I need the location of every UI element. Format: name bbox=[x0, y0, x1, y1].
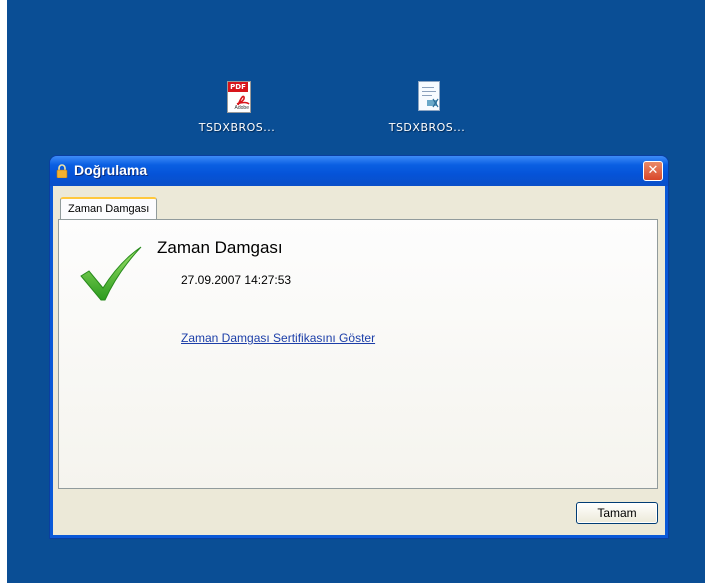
dialog-client-area: Zaman Damgası Zaman Damgası 27.09.2007 1… bbox=[53, 186, 665, 535]
dialog-title: Doğrulama bbox=[74, 162, 148, 178]
desktop-icon-pdf[interactable]: PDF Adobe TSDXBROS... bbox=[187, 79, 287, 134]
verification-dialog: Doğrulama ✕ Zaman Damgası Zaman Damgası … bbox=[50, 156, 668, 538]
tab-panel: Zaman Damgası 27.09.2007 14:27:53 Zaman … bbox=[58, 219, 658, 489]
panel-heading: Zaman Damgası bbox=[157, 238, 283, 257]
dialog-titlebar[interactable]: Doğrulama ✕ bbox=[50, 156, 668, 186]
desktop-icon-label: TSDXBROS... bbox=[388, 121, 466, 134]
close-button[interactable]: ✕ bbox=[643, 161, 663, 181]
timestamp-value: 27.09.2007 14:27:53 bbox=[181, 273, 292, 287]
desktop-icon-label: TSDXBROS... bbox=[198, 121, 276, 134]
signed-document-icon bbox=[411, 79, 443, 113]
ok-button[interactable]: Tamam bbox=[576, 502, 658, 524]
checkmark-icon bbox=[80, 246, 142, 301]
pdf-file-icon: PDF Adobe bbox=[221, 79, 253, 113]
desktop-icon-document[interactable]: TSDXBROS... bbox=[377, 79, 477, 134]
lock-icon bbox=[56, 164, 68, 178]
show-certificate-link[interactable]: Zaman Damgası Sertifikasını Göster bbox=[181, 331, 375, 345]
tab-zaman-damgasi[interactable]: Zaman Damgası bbox=[60, 197, 158, 219]
